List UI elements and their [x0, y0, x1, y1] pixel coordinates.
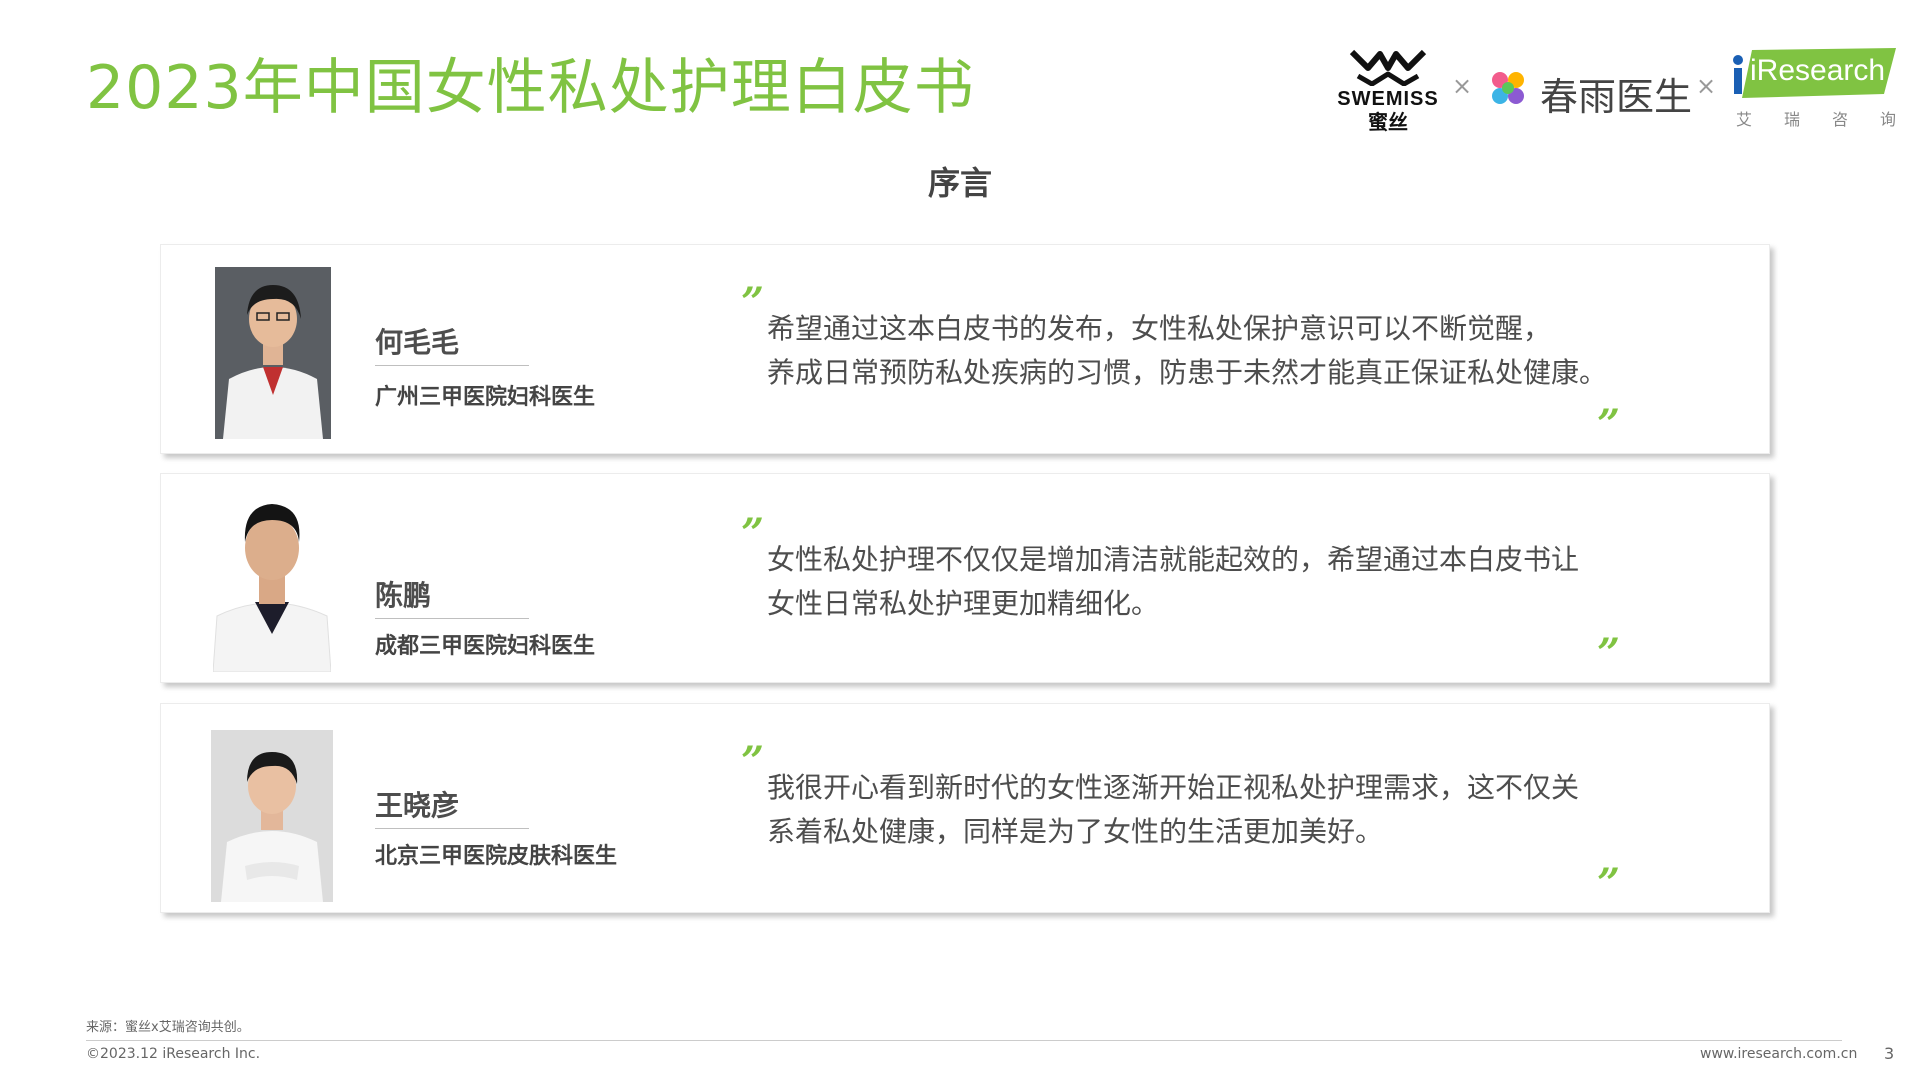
doctor-name: 王晓彦	[375, 784, 529, 829]
quote-line: 系着私处健康，同样是为了女性的生活更加美好。	[767, 815, 1384, 848]
iresearch-sub-char: 咨	[1831, 110, 1848, 129]
close-quote-icon: ”	[1597, 860, 1621, 907]
swemiss-logo-latin: SWEMISS	[1337, 88, 1439, 110]
doctor-photo	[213, 486, 331, 672]
logo-separator: ×	[1696, 72, 1717, 100]
page-number: 3	[1884, 1044, 1895, 1063]
doctor-portrait-icon	[215, 267, 331, 439]
close-quote-icon: ”	[1597, 630, 1621, 677]
doctor-name: 陈鹏	[375, 574, 529, 619]
doctor-card: 陈鹏 成都三甲医院妇科医生 ” 女性私处护理不仅仅是增加清洁就能起效的，希望通过…	[160, 473, 1770, 683]
close-quote-icon: ”	[1597, 401, 1621, 448]
iresearch-logo-sub: 艾 瑞 咨 询	[1736, 106, 1896, 130]
doctor-card: 何毛毛 广州三甲医院妇科医生 ” 希望通过这本白皮书的发布，女性私处保护意识可以…	[160, 244, 1770, 454]
doctor-quote: 女性私处护理不仅仅是增加清洁就能起效的，希望通过本白皮书让 女性日常私处护理更加…	[767, 538, 1579, 626]
doctor-photo	[211, 730, 333, 902]
iresearch-logo-name: iResearch	[1750, 54, 1886, 87]
logo-separator: ×	[1452, 72, 1473, 100]
quote-line: 养成日常预防私处疾病的习惯，防患于未然才能真正保证私处健康。	[767, 356, 1608, 389]
doctor-portrait-icon	[213, 486, 331, 672]
iresearch-logo: iResearch 艾 瑞 咨 询	[1730, 46, 1900, 129]
quote-line: 女性私处护理不仅仅是增加清洁就能起效的，希望通过本白皮书让	[767, 543, 1580, 576]
chunyu-logo-name: 春雨医生	[1540, 75, 1693, 119]
doctor-name: 何毛毛	[375, 321, 529, 366]
source-note: 来源：蜜丝x艾瑞咨询共创。	[86, 1020, 250, 1035]
doctor-photo	[215, 267, 331, 439]
section-title: 序言	[927, 164, 992, 202]
doctor-quote: 希望通过这本白皮书的发布，女性私处保护意识可以不断觉醒， 养成日常预防私处疾病的…	[767, 307, 1607, 395]
quote-line: 女性日常私处护理更加精细化。	[767, 587, 1160, 620]
quote-line: 希望通过这本白皮书的发布，女性私处保护意识可以不断觉醒，	[767, 312, 1552, 345]
swemiss-logo: SWEMISS 蜜丝	[1332, 46, 1444, 133]
open-quote-icon: ”	[741, 738, 765, 785]
doctor-portrait-icon	[211, 730, 333, 902]
open-quote-icon: ”	[741, 279, 765, 326]
doctor-card: 王晓彦 北京三甲医院皮肤科医生 ” 我很开心看到新时代的女性逐渐开始正视私处护理…	[160, 703, 1770, 913]
copyright: ©2023.12 iResearch Inc.	[86, 1046, 261, 1062]
website-link[interactable]: www.iresearch.com.cn	[1700, 1046, 1857, 1062]
footer-divider	[86, 1040, 1842, 1041]
doctor-title: 成都三甲医院妇科医生	[375, 634, 596, 659]
swemiss-emblem-icon	[1349, 49, 1427, 87]
open-quote-icon: ”	[741, 510, 765, 557]
doctor-title: 广州三甲医院妇科医生	[375, 385, 596, 410]
quote-line: 我很开心看到新时代的女性逐渐开始正视私处护理需求，这不仅关	[767, 771, 1580, 804]
chunyu-petal-icon	[1492, 72, 1524, 104]
doctor-quote: 我很开心看到新时代的女性逐渐开始正视私处护理需求，这不仅关 系着私处健康，同样是…	[767, 766, 1579, 854]
swemiss-logo-cn: 蜜丝	[1368, 110, 1408, 134]
iresearch-sub-char: 询	[1879, 110, 1896, 129]
iresearch-sub-char: 艾	[1736, 110, 1753, 129]
partner-logos: SWEMISS 蜜丝 × 春雨医生 × iResearch 艾 瑞 咨 询	[1320, 44, 1900, 144]
doctor-title: 北京三甲医院皮肤科医生	[375, 844, 618, 869]
report-title: 2023年中国女性私处护理白皮书	[86, 53, 975, 123]
iresearch-sub-char: 瑞	[1783, 110, 1800, 129]
